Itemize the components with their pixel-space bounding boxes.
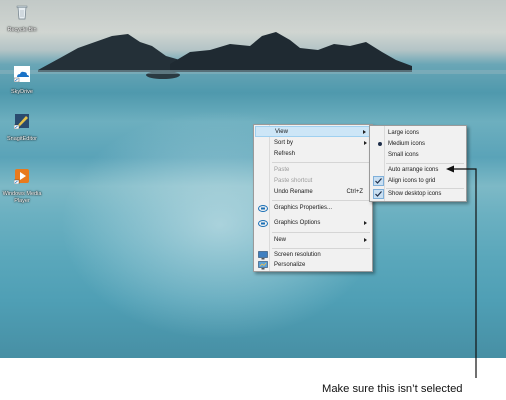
skydrive-icon bbox=[13, 66, 30, 83]
menu-item-label: Screen resolution bbox=[274, 252, 321, 258]
personalize-icon bbox=[258, 261, 268, 270]
menu-item-label: Paste bbox=[274, 167, 290, 173]
menu-item-paste-shortcut[interactable]: Paste shortcut bbox=[255, 176, 371, 187]
menu-item-label: Large icons bbox=[388, 130, 420, 136]
desktop-icon-recycle-bin[interactable]: Recycle Bin bbox=[0, 4, 44, 34]
desktop-icon-media-player[interactable]: Windows Media Player bbox=[0, 168, 44, 205]
menu-separator bbox=[272, 248, 370, 249]
menu-item-view[interactable]: View bbox=[255, 126, 371, 137]
desktop-icon-label: Recycle Bin bbox=[7, 27, 37, 33]
menu-separator bbox=[272, 232, 370, 233]
menu-item-label: Auto arrange icons bbox=[388, 167, 439, 173]
menu-item-label: Align icons to grid bbox=[388, 178, 436, 184]
submenu-arrow-icon bbox=[364, 221, 367, 225]
menu-item-label: Sort by bbox=[274, 140, 294, 146]
desktop-icon-skydrive[interactable]: SkyDrive bbox=[0, 66, 44, 96]
menu-item-sort-by[interactable]: Sort by bbox=[255, 138, 371, 149]
menu-item-graphics-properties[interactable]: Graphics Properties... bbox=[255, 203, 371, 214]
menu-item-label: Medium icons bbox=[388, 141, 426, 147]
menu-item-auto-arrange-icons[interactable]: Auto arrange icons bbox=[371, 165, 465, 176]
menu-item-label: Undo Rename bbox=[274, 189, 313, 195]
menu-item-large-icons[interactable]: Large icons bbox=[371, 128, 465, 139]
menu-item-show-desktop-icons[interactable]: Show desktop icons bbox=[371, 189, 465, 200]
menu-separator bbox=[386, 163, 464, 164]
desktop-icon-label: SkyDrive bbox=[10, 89, 33, 95]
recycle-bin-icon bbox=[16, 5, 28, 20]
menu-item-label: Graphics Options bbox=[274, 220, 321, 226]
menu-item-undo-rename[interactable]: Undo Rename Ctrl+Z bbox=[255, 187, 371, 198]
intel-graphics-icon bbox=[258, 220, 268, 227]
callout-text: Make sure this isn’t selected bbox=[322, 383, 463, 395]
menu-item-new[interactable]: New bbox=[255, 235, 371, 246]
menu-item-refresh[interactable]: Refresh bbox=[255, 149, 371, 160]
menu-item-paste[interactable]: Paste bbox=[255, 165, 371, 176]
menu-separator bbox=[272, 200, 370, 201]
menu-item-personalize[interactable]: Personalize bbox=[255, 260, 371, 271]
submenu-arrow-icon bbox=[363, 130, 366, 134]
rock-silhouettes bbox=[0, 32, 506, 79]
media-player-icon bbox=[13, 169, 29, 185]
intel-graphics-icon bbox=[258, 205, 268, 212]
checkmark-icon bbox=[373, 176, 384, 186]
menu-item-label: Paste shortcut bbox=[274, 178, 313, 184]
menu-separator bbox=[272, 162, 370, 163]
menu-item-label: Refresh bbox=[274, 151, 296, 157]
checkmark-icon bbox=[373, 189, 384, 199]
radio-dot bbox=[378, 142, 382, 146]
menu-item-small-icons[interactable]: Small icons bbox=[371, 150, 465, 161]
radio-selected-icon bbox=[373, 139, 384, 149]
menu-item-medium-icons[interactable]: Medium icons bbox=[371, 139, 465, 150]
keyboard-shortcut: Ctrl+Z bbox=[346, 189, 364, 195]
menu-item-label: Personalize bbox=[274, 262, 306, 268]
desktop-icon-label: Windows Media Player bbox=[2, 191, 42, 204]
submenu-arrow-icon bbox=[364, 141, 367, 145]
monitor-icon bbox=[258, 251, 268, 260]
menu-item-align-icons-to-grid[interactable]: Align icons to grid bbox=[371, 176, 465, 187]
menu-item-label: Show desktop icons bbox=[388, 191, 442, 197]
desktop-icon-snagit-editor[interactable]: SnagitEditor bbox=[0, 113, 44, 143]
menu-item-label: Small icons bbox=[388, 152, 419, 158]
snagit-editor-icon bbox=[13, 114, 29, 130]
menu-item-graphics-options[interactable]: Graphics Options bbox=[255, 218, 371, 229]
view-submenu: Large icons Medium icons Small icons Aut… bbox=[369, 125, 467, 202]
menu-item-label: New bbox=[274, 237, 287, 243]
desktop-context-menu: View Sort by Refresh Paste Paste shortcu… bbox=[253, 124, 373, 272]
desktop-icon-label: SnagitEditor bbox=[7, 136, 37, 142]
menu-item-label: View bbox=[275, 129, 288, 135]
submenu-arrow-icon bbox=[364, 238, 367, 242]
menu-item-label: Graphics Properties... bbox=[274, 205, 333, 211]
